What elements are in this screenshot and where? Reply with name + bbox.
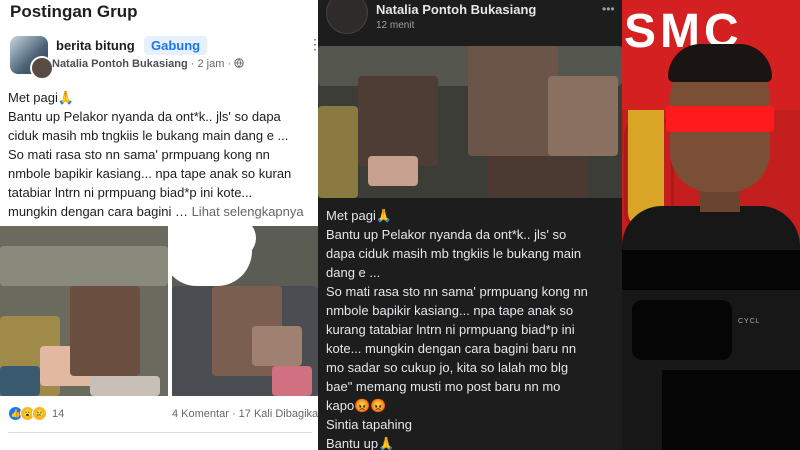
reaction-summary[interactable]: 👍 😮 😢 14 xyxy=(8,406,64,421)
page-title: Postingan Grup xyxy=(10,2,138,21)
post-stats: 4 Komentar · 17 Kali Dibagikan xyxy=(172,408,318,420)
divider xyxy=(8,432,312,433)
dark-post-screenshot: Natalia Pontoh Bukasiang 12 menit ••• Me… xyxy=(318,0,622,450)
post-line: kapo😡😡 xyxy=(326,398,387,413)
post-time[interactable]: 12 menit xyxy=(376,20,414,31)
post-photo-2[interactable] xyxy=(172,226,318,396)
post-meta: Natalia Pontoh Bukasiang · 2 jam · xyxy=(52,58,244,70)
post-line: kurang tatabiar lntrn ni prmpuang biad*p… xyxy=(326,322,575,337)
user-avatar[interactable] xyxy=(326,0,368,34)
post-line: Met pagi🙏 xyxy=(8,90,75,105)
stats-separator: · xyxy=(231,408,236,420)
shirt-text: CYCL xyxy=(738,318,761,325)
post-line: kote... mungkin dengan cara bagini baru … xyxy=(326,341,577,356)
globe-icon xyxy=(234,58,244,70)
comments-link[interactable]: 4 Komentar xyxy=(172,408,229,420)
more-options-icon[interactable]: ⋮ xyxy=(308,36,318,53)
post-line: mungkin dengan cara bagini … xyxy=(8,204,188,219)
group-name-link[interactable]: berita bitung xyxy=(56,38,135,53)
sad-icon: 😢 xyxy=(32,406,47,421)
post-line: mo sadar so cukup jo, kita so lalah mo b… xyxy=(326,360,569,375)
post-line: Met pagi🙏 xyxy=(326,208,393,223)
post-line: bae" memang musti mo post baru nn mo xyxy=(326,379,561,394)
shares-link[interactable]: 17 Kali Dibagikan xyxy=(239,408,318,420)
see-more-link[interactable]: Lihat selengkapnya xyxy=(192,204,304,219)
post-photo-1[interactable] xyxy=(0,226,168,396)
post-line: Sintia tapahing xyxy=(326,417,413,432)
user-avatar[interactable] xyxy=(30,56,54,80)
author-name[interactable]: Natalia Pontoh Bukasiang xyxy=(376,2,536,17)
post-line: dang e ... xyxy=(326,265,381,280)
group-post-screenshot: Postingan Grup berita bitung Gabung ⋮ Na… xyxy=(0,0,318,450)
post-line: ciduk masih mb tngkiis le bukang main da… xyxy=(8,128,289,143)
post-line: nmbole bapikir kasiang... npa tape anak … xyxy=(326,303,574,318)
post-line-last: mungkin dengan cara bagini … Lihat selen… xyxy=(8,202,318,221)
body-censor xyxy=(662,370,800,450)
post-line: dapa ciduk masih mb tngkiis le bukang ma… xyxy=(326,246,582,261)
eye-censor-bar xyxy=(666,106,774,132)
body-censor xyxy=(632,300,732,360)
post-time[interactable]: 2 jam xyxy=(198,58,225,70)
reaction-count: 14 xyxy=(52,407,65,420)
more-options-icon[interactable]: ••• xyxy=(602,2,615,16)
post-line: nmbole bapikir kasiang... npa tape anak … xyxy=(8,166,292,181)
person-hair xyxy=(668,44,772,82)
post-text: Met pagi🙏 Bantu up Pelakor nyanda da ont… xyxy=(326,206,622,450)
post-line: Bantu up Pelakor nyanda da ont*k.. jls' … xyxy=(8,109,281,124)
post-line: tatabiar lntrn ni prmpuang biad*p ini ko… xyxy=(8,185,253,200)
post-line: Bantu up🙏 xyxy=(326,436,395,450)
meta-separator-2: · xyxy=(227,58,232,70)
author-link[interactable]: Natalia Pontoh Bukasiang xyxy=(52,58,188,70)
mugshot-photo: SMC CYCL xyxy=(622,0,800,450)
post-line: So mati rasa sto nn sama' prmpuang kong … xyxy=(326,284,588,299)
join-group-button[interactable]: Gabung xyxy=(144,36,208,55)
body-censor xyxy=(622,250,800,290)
post-text: Met pagi🙏 Bantu up Pelakor nyanda da ont… xyxy=(8,88,318,221)
post-line: So mati rasa sto nn sama' prmpuang kong … xyxy=(8,147,270,162)
post-line: Bantu up Pelakor nyanda da ont*k.. jls' … xyxy=(326,227,567,242)
post-photo[interactable] xyxy=(318,46,622,198)
meta-separator: · xyxy=(190,58,195,70)
